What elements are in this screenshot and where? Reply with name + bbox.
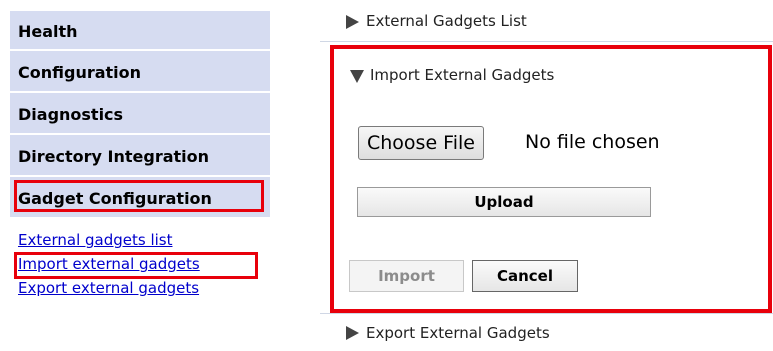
nav-gadget-configuration[interactable]: Gadget Configuration bbox=[10, 176, 270, 218]
nav-diagnostics-label: Diagnostics bbox=[18, 105, 124, 124]
sidebar: Health Configuration Diagnostics Directo… bbox=[10, 10, 270, 300]
cancel-button[interactable]: Cancel bbox=[472, 260, 578, 292]
section-list-label: External Gadgets List bbox=[366, 12, 527, 30]
triangle-right-icon bbox=[346, 15, 359, 29]
triangle-right-icon bbox=[346, 326, 359, 340]
nav-diagnostics[interactable]: Diagnostics bbox=[10, 92, 270, 134]
section-external-gadgets-list[interactable]: External Gadgets List bbox=[320, 0, 773, 42]
nav-directory-integration-label: Directory Integration bbox=[18, 147, 210, 166]
gadget-sub-links: External gadgets list Import external ga… bbox=[10, 218, 270, 300]
file-status-text: No file chosen bbox=[525, 131, 660, 153]
nav-configuration[interactable]: Configuration bbox=[10, 50, 270, 92]
link-import-external-gadgets[interactable]: Import external gadgets bbox=[14, 252, 270, 279]
section-export-label: Export External Gadgets bbox=[366, 324, 550, 342]
import-panel: Import External Gadgets Choose File No f… bbox=[330, 45, 772, 313]
nav-gadget-configuration-label: Gadget Configuration bbox=[18, 189, 212, 208]
section-export-external-gadgets[interactable]: Export External Gadgets bbox=[320, 313, 773, 351]
nav-health[interactable]: Health bbox=[10, 10, 270, 50]
nav-directory-integration[interactable]: Directory Integration bbox=[10, 134, 270, 176]
import-button[interactable]: Import bbox=[349, 260, 464, 292]
upload-button[interactable]: Upload bbox=[357, 187, 651, 217]
link-export-external-gadgets[interactable]: Export external gadgets bbox=[18, 276, 270, 300]
choose-file-button[interactable]: Choose File bbox=[358, 126, 484, 160]
import-panel-title[interactable]: Import External Gadgets bbox=[370, 66, 554, 84]
link-external-gadgets-list[interactable]: External gadgets list bbox=[18, 228, 270, 252]
triangle-down-icon[interactable] bbox=[350, 70, 364, 83]
main-content: External Gadgets List Import External Ga… bbox=[320, 0, 773, 351]
nav-health-label: Health bbox=[18, 22, 78, 41]
nav-configuration-label: Configuration bbox=[18, 63, 142, 82]
